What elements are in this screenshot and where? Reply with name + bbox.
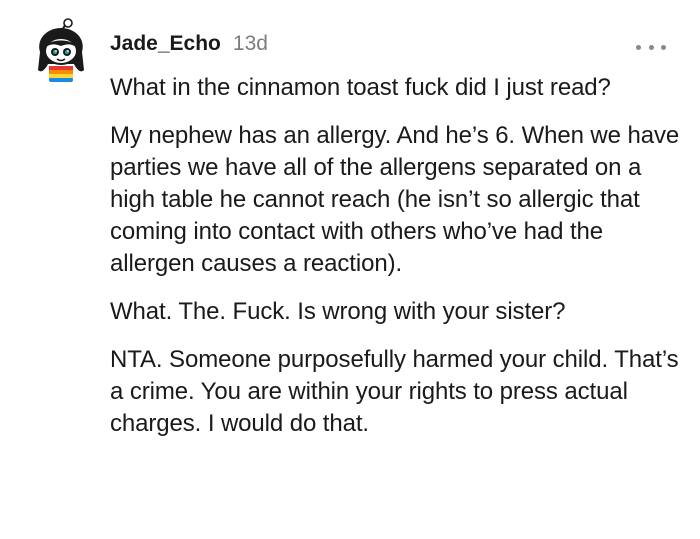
user-avatar[interactable] [30, 18, 92, 84]
comment-paragraph: What in the cinnamon toast fuck did I ju… [110, 74, 611, 101]
comment-age: 13d [232, 32, 268, 55]
comment-body: What in the cinnamon toast fuck did I ju… [110, 72, 685, 456]
more-dot [648, 44, 654, 50]
comment-paragraph: NTA. Someone purposefully harmed your ch… [110, 346, 679, 437]
more-dot [661, 44, 666, 50]
comment-header: Jade_Echo 13d [110, 32, 268, 62]
comment-paragraph: What. The. Fuck. Is wrong with your sist… [110, 298, 566, 325]
more-dot [636, 44, 641, 50]
more-options-icon[interactable] [636, 40, 666, 54]
snoo-avatar-icon [38, 18, 84, 82]
comment-paragraph: My nephew has an allergy. And he’s 6. Wh… [110, 122, 680, 277]
username-link[interactable]: Jade_Echo [110, 32, 221, 56]
comment: Jade_Echo 13d What in the cinnamon toast… [0, 0, 700, 539]
